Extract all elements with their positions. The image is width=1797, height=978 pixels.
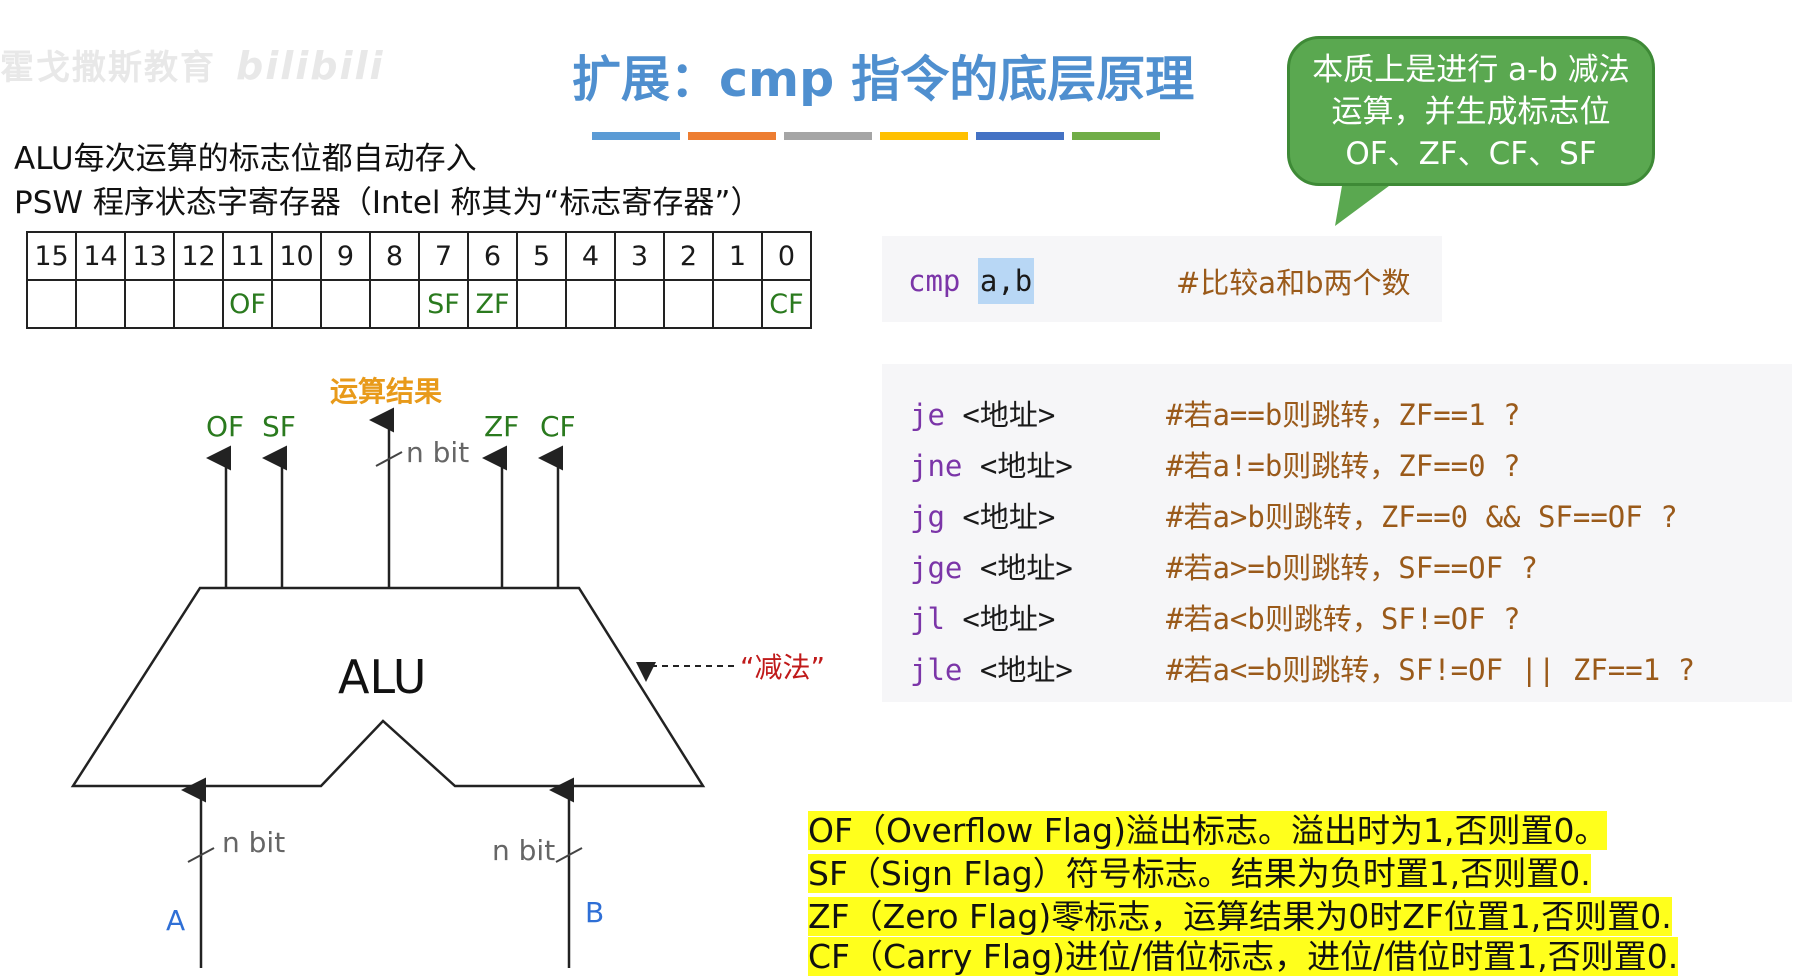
- flag-desc-of: OF（Overflow Flag)溢出标志。溢出时为1,否则置0。: [808, 804, 1608, 852]
- jump-code-box: je <地址> #若a==b则跳转，ZF==1 ? jne <地址> #若a!=…: [882, 364, 1792, 702]
- input-b-bit-label: n bit: [492, 834, 556, 867]
- jump-target: <地址>: [979, 449, 1073, 483]
- result-bit-label: n bit: [406, 436, 470, 469]
- cf-label: CF: [540, 410, 576, 443]
- zf-label: ZF: [484, 410, 520, 443]
- cmp-code-line: cmp a,b: [908, 258, 1035, 304]
- jump-target: <地址>: [962, 398, 1056, 432]
- color-bar: [1072, 132, 1160, 140]
- jump-comment: #若a==b则跳转，ZF==1 ?: [1166, 398, 1521, 432]
- flag-desc-cf: CF（Carry Flag)进位/借位标志，进位/借位时置1,否则置0.: [808, 930, 1679, 978]
- jump-keyword: jge: [910, 551, 963, 585]
- cmp-operands: a,b: [977, 258, 1035, 304]
- flag-desc-of-text: OF（Overflow Flag)溢出标志。溢出时为1,否则置0。: [808, 811, 1608, 850]
- jump-line: jl <地址>: [910, 596, 1055, 638]
- subtract-label: “减法”: [740, 651, 826, 684]
- jump-keyword: jle: [910, 653, 963, 687]
- jump-target: <地址>: [979, 653, 1073, 687]
- jump-comment: #若a>b则跳转，ZF==0 && SF==OF ?: [1166, 500, 1678, 534]
- jump-keyword: je: [910, 398, 945, 432]
- jump-keyword: jg: [910, 500, 945, 534]
- jump-comment: #若a<=b则跳转，SF!=OF || ZF==1 ?: [1166, 653, 1696, 687]
- cmp-comment: #比较a和b两个数: [1176, 266, 1411, 300]
- jump-line: jg <地址>: [910, 494, 1055, 536]
- sf-label: SF: [262, 410, 296, 443]
- jump-comment: #若a!=b则跳转，ZF==0 ?: [1166, 449, 1521, 483]
- color-bar: [976, 132, 1064, 140]
- flag-desc-sf-text: SF（Sign Flag）符号标志。结果为负时置1,否则置0.: [808, 854, 1591, 893]
- jump-keyword: jl: [910, 602, 945, 636]
- alu-label: ALU: [338, 650, 427, 704]
- flag-desc-sf: SF（Sign Flag）符号标志。结果为负时置1,否则置0.: [808, 847, 1591, 895]
- input-b-label: B: [585, 896, 605, 929]
- jump-comment: #若a>=b则跳转，SF==OF ?: [1166, 551, 1538, 585]
- jump-target: <地址>: [979, 551, 1073, 585]
- jump-target: <地址>: [962, 602, 1056, 636]
- cmp-keyword: cmp: [908, 264, 961, 298]
- cmp-code-box: cmp a,b #比较a和b两个数: [882, 236, 1442, 322]
- bubble-tail: [1335, 180, 1397, 226]
- jump-target: <地址>: [962, 500, 1056, 534]
- jump-line: jle <地址>: [910, 647, 1073, 689]
- jump-line: je <地址>: [910, 392, 1055, 434]
- jump-comment: #若a<b则跳转，SF!=OF ?: [1166, 602, 1521, 636]
- input-a-label: A: [166, 904, 186, 937]
- explanation-bubble: 本质上是进行 a-b 减法运算，并生成标志位OF、ZF、CF、SF: [1287, 36, 1655, 186]
- input-a-bit-label: n bit: [222, 826, 286, 859]
- flag-desc-cf-text: CF（Carry Flag)进位/借位标志，进位/借位时置1,否则置0.: [808, 937, 1679, 976]
- result-label: 运算结果: [330, 375, 443, 408]
- jump-keyword: jne: [910, 449, 963, 483]
- jump-line: jge <地址>: [910, 545, 1073, 587]
- jump-line: jne <地址>: [910, 443, 1073, 485]
- of-label: OF: [206, 410, 245, 443]
- alu-diagram: [70, 407, 734, 968]
